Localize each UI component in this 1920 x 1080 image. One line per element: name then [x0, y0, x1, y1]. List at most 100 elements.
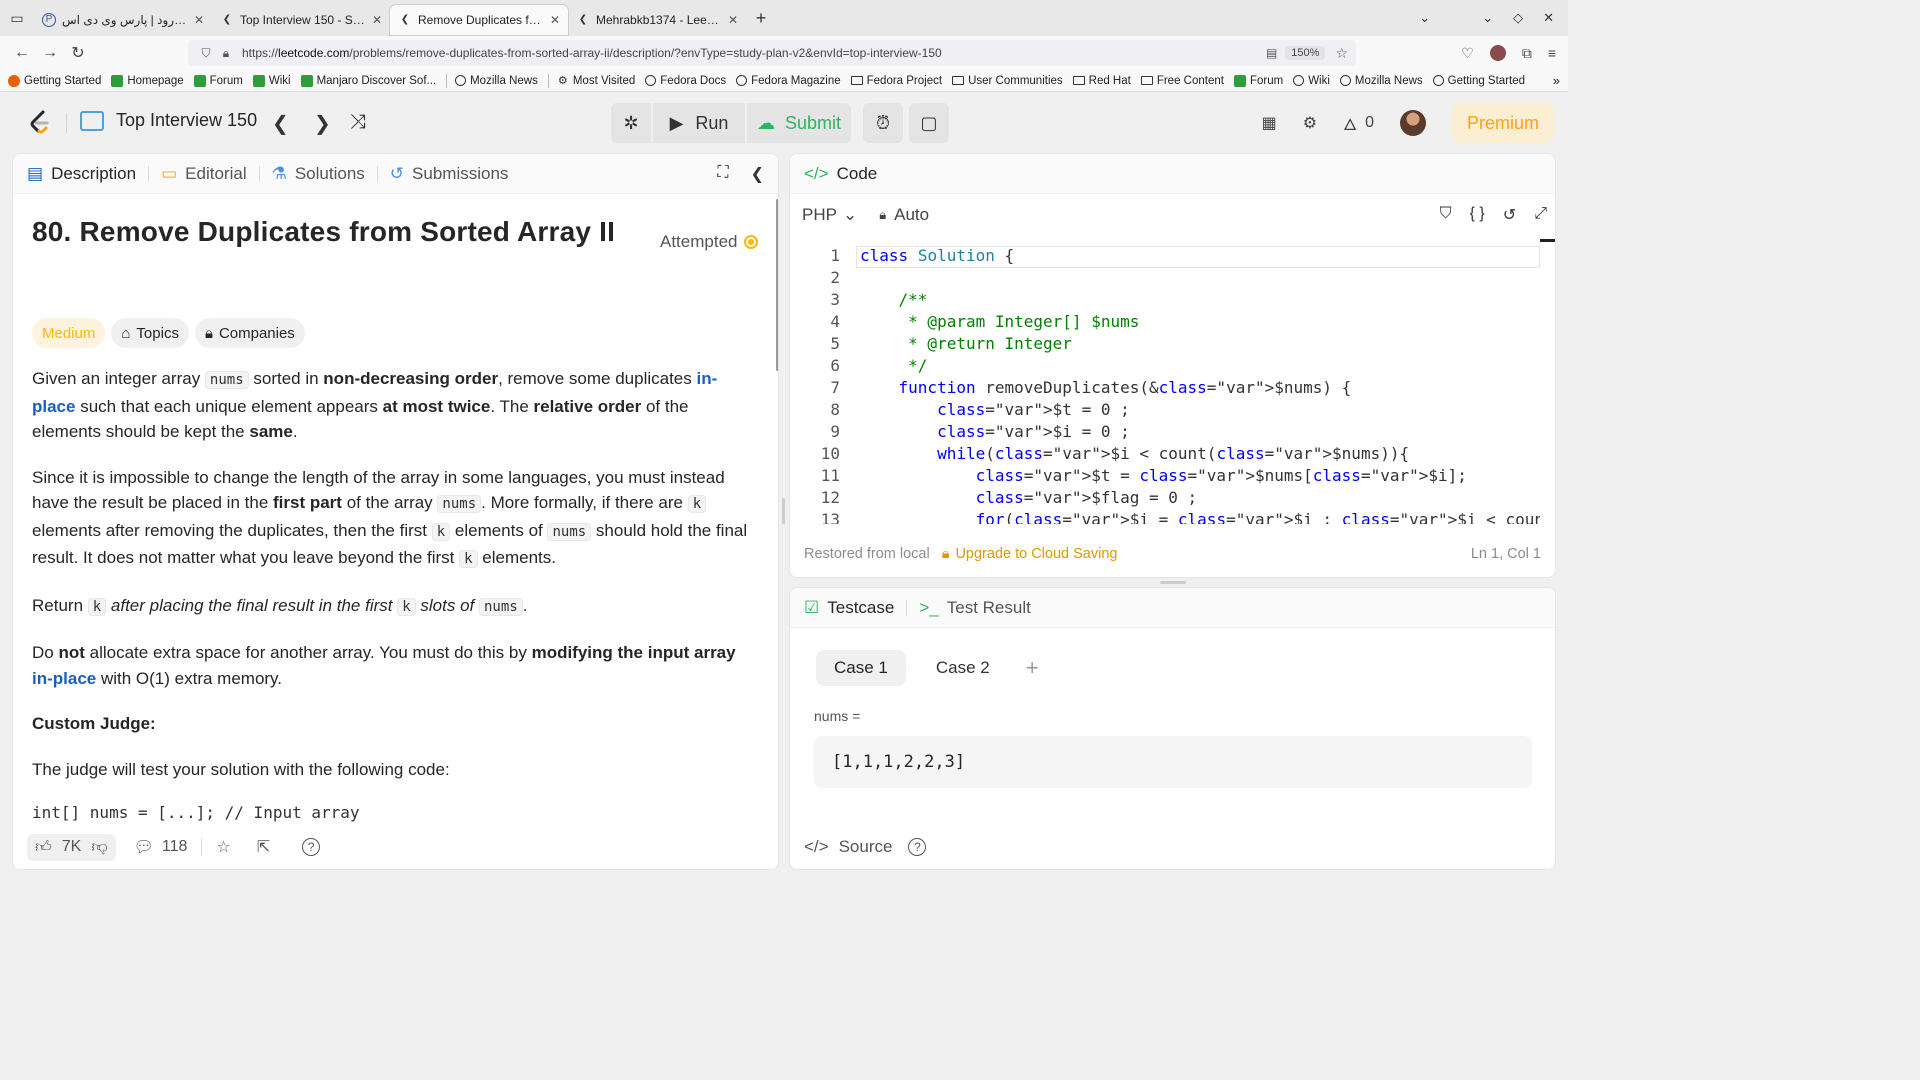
tab-editorial[interactable]: ▭ Editorial [161, 164, 246, 184]
forward-icon[interactable]: → [36, 39, 64, 67]
code-line[interactable]: 7 function removeDuplicates(&class="var"… [790, 376, 1540, 398]
thumbs-up-icon[interactable]: 👍︎ [35, 838, 52, 857]
expand-editor-icon[interactable]: ⤢ [1534, 205, 1547, 225]
problem-list-button[interactable]: Top Interview 150 [80, 110, 257, 131]
menu-icon[interactable]: ≡ [1548, 45, 1556, 61]
browser-tab-2[interactable]: ❮ Top Interview 150 - Study P ✕ [212, 5, 390, 35]
case-tab-2[interactable]: Case 2 [918, 650, 1008, 686]
notes-button[interactable]: ▢ [909, 103, 949, 143]
bookmark-item[interactable]: Red Hat [1072, 75, 1131, 87]
tab-code[interactable]: </> Code [804, 164, 877, 184]
code-editor[interactable]: 1 class Solution {2 3 /** 4 * @param Intege… [790, 244, 1540, 524]
debug-button[interactable]: ✲ [611, 103, 651, 143]
help-icon[interactable]: ? [302, 838, 321, 856]
reset-code-icon[interactable]: ↺ [1503, 205, 1516, 225]
auto-mode-toggle[interactable]: 🔒︎ Auto [879, 205, 929, 225]
bookmark-item[interactable]: User Communities [952, 75, 1063, 87]
add-case-icon[interactable]: + [1026, 655, 1039, 681]
settings-gear-icon[interactable]: ⚙ [1303, 113, 1317, 133]
zoom-level-badge[interactable]: 150% [1285, 46, 1326, 60]
code-line[interactable]: 3 /** [790, 288, 1540, 310]
code-line[interactable]: 9 class="var">$i = 0 ; [790, 420, 1540, 442]
reader-view-icon[interactable]: ▤ [1266, 46, 1277, 60]
close-tab-icon[interactable]: ✕ [372, 13, 382, 27]
code-line[interactable]: 13 for(class="var">$i = class="var">$i ;… [790, 508, 1540, 525]
shield-icon[interactable]: ⛉ [196, 46, 216, 61]
share-icon[interactable]: ⇱ [257, 837, 270, 857]
premium-button[interactable]: Premium [1452, 103, 1554, 143]
bookmark-item[interactable]: Mozilla News [455, 75, 538, 87]
bookmark-item[interactable]: Wiki [1293, 75, 1330, 87]
bookmark-item[interactable]: Wiki [252, 74, 291, 87]
bookmark-star-icon[interactable]: ☆ [1335, 45, 1348, 62]
new-tab-icon[interactable]: + [746, 8, 776, 29]
layout-grid-icon[interactable]: ▦ [1262, 113, 1277, 133]
fullscreen-icon[interactable]: ⛶ [717, 164, 728, 184]
bookmark-item[interactable]: Forum [1233, 74, 1283, 87]
close-tab-icon[interactable]: ✕ [194, 13, 204, 27]
tab-list-icon[interactable]: ▭ [0, 0, 34, 36]
address-bar[interactable]: ⛉ 🔒︎ https://leetcode.com/problems/remov… [188, 40, 1356, 66]
code-line[interactable]: 2 [790, 266, 1540, 288]
previous-problem-icon[interactable]: ❮ [272, 111, 289, 136]
account-icon[interactable] [1489, 45, 1506, 61]
help-icon[interactable]: ? [908, 838, 927, 856]
code-line[interactable]: 12 class="var">$flag = 0 ; [790, 486, 1540, 508]
browser-tab-3[interactable]: ❮ Remove Duplicates from S ✕ [390, 4, 568, 35]
bookmark-item[interactable]: Homepage [111, 74, 184, 87]
tab-test-result[interactable]: >_ Test Result [919, 598, 1030, 618]
leetcode-logo-icon[interactable] [26, 109, 54, 137]
tab-submissions[interactable]: ↺ Submissions [390, 164, 509, 184]
code-line[interactable]: 4 * @param Integer[] $nums [790, 310, 1540, 332]
browser-tab-4[interactable]: ❮ Mehrabkb1374 - LeetCode ✕ [568, 5, 746, 35]
collapse-panel-icon[interactable]: ❮ [751, 164, 764, 184]
thumbs-down-icon[interactable]: 👎︎ [91, 838, 107, 857]
bookmark-item[interactable]: Fedora Docs [645, 75, 726, 87]
bookmark-item[interactable]: Manjaro Discover Sof... [300, 74, 436, 87]
tab-description[interactable]: ▤ Description [27, 164, 136, 184]
description-scrollbar[interactable] [776, 199, 778, 371]
minimize-icon[interactable]: ⌄ [1482, 10, 1493, 26]
bookmark-item[interactable]: Forum [193, 74, 243, 87]
problem-title[interactable]: 80. Remove Duplicates from Sorted Array … [32, 216, 757, 248]
run-button[interactable]: ▶ Run [653, 103, 745, 143]
list-all-tabs-icon[interactable]: ⌄ [1419, 10, 1430, 26]
bookmark-item[interactable]: Getting Started [8, 74, 101, 87]
language-select[interactable]: PHP ⌄ [802, 205, 857, 225]
pocket-icon[interactable]: ♡ [1461, 45, 1474, 62]
param-input[interactable]: [1,1,1,2,2,3] [814, 736, 1532, 788]
source-button[interactable]: </> Source ? [804, 837, 927, 857]
editor-scrollbar[interactable] [1540, 239, 1555, 242]
comments-button[interactable]: 💬︎ 118 [134, 837, 188, 857]
tab-testcase[interactable]: ☑ Testcase [804, 598, 894, 618]
code-line[interactable]: 8 class="var">$t = 0 ; [790, 398, 1540, 420]
horizontal-resize-handle[interactable] [782, 498, 785, 524]
next-problem-icon[interactable]: ❯ [314, 111, 331, 136]
in-place-link[interactable]: in-place [32, 669, 96, 688]
more-bookmarks-icon[interactable]: » [1553, 73, 1568, 88]
submit-button[interactable]: ☁ Submit [747, 103, 851, 143]
code-line[interactable]: 6 */ [790, 354, 1540, 376]
shuffle-icon[interactable]: ⤨ [350, 111, 366, 134]
close-tab-icon[interactable]: ✕ [550, 13, 560, 27]
companies-button[interactable]: 🔒︎ Companies [194, 318, 305, 348]
browser-tab-1[interactable]: P ورود | پارس وی دی اس - ...m ✕ [34, 5, 212, 35]
timer-button[interactable]: ⏰︎ [863, 103, 903, 143]
lock-icon[interactable]: 🔒︎ [216, 46, 236, 61]
upgrade-cloud-link[interactable]: 🔒︎ Upgrade to Cloud Saving [942, 546, 1118, 562]
bookmark-item[interactable]: Fedora Project [850, 75, 942, 87]
extensions-icon[interactable]: ⧉ [1522, 45, 1532, 62]
close-tab-icon[interactable]: ✕ [728, 13, 738, 27]
back-icon[interactable]: ← [8, 39, 36, 67]
bookmark-item[interactable]: Getting Started [1432, 75, 1525, 87]
close-window-icon[interactable]: ✕ [1543, 10, 1554, 26]
maximize-icon[interactable]: ◇ [1513, 10, 1523, 26]
bookmark-item[interactable]: Free Content [1140, 75, 1224, 87]
difficulty-badge[interactable]: Medium [32, 318, 106, 348]
tab-solutions[interactable]: ⚗ Solutions [272, 164, 365, 184]
bookmark-icon[interactable]: ⛉ [1440, 205, 1452, 225]
favorite-star-icon[interactable]: ☆ [216, 837, 230, 857]
topics-button[interactable]: ⌂ Topics [111, 318, 189, 348]
reload-icon[interactable]: ↻ [64, 39, 92, 67]
code-line[interactable]: 11 class="var">$t = class="var">$nums[cl… [790, 464, 1540, 486]
